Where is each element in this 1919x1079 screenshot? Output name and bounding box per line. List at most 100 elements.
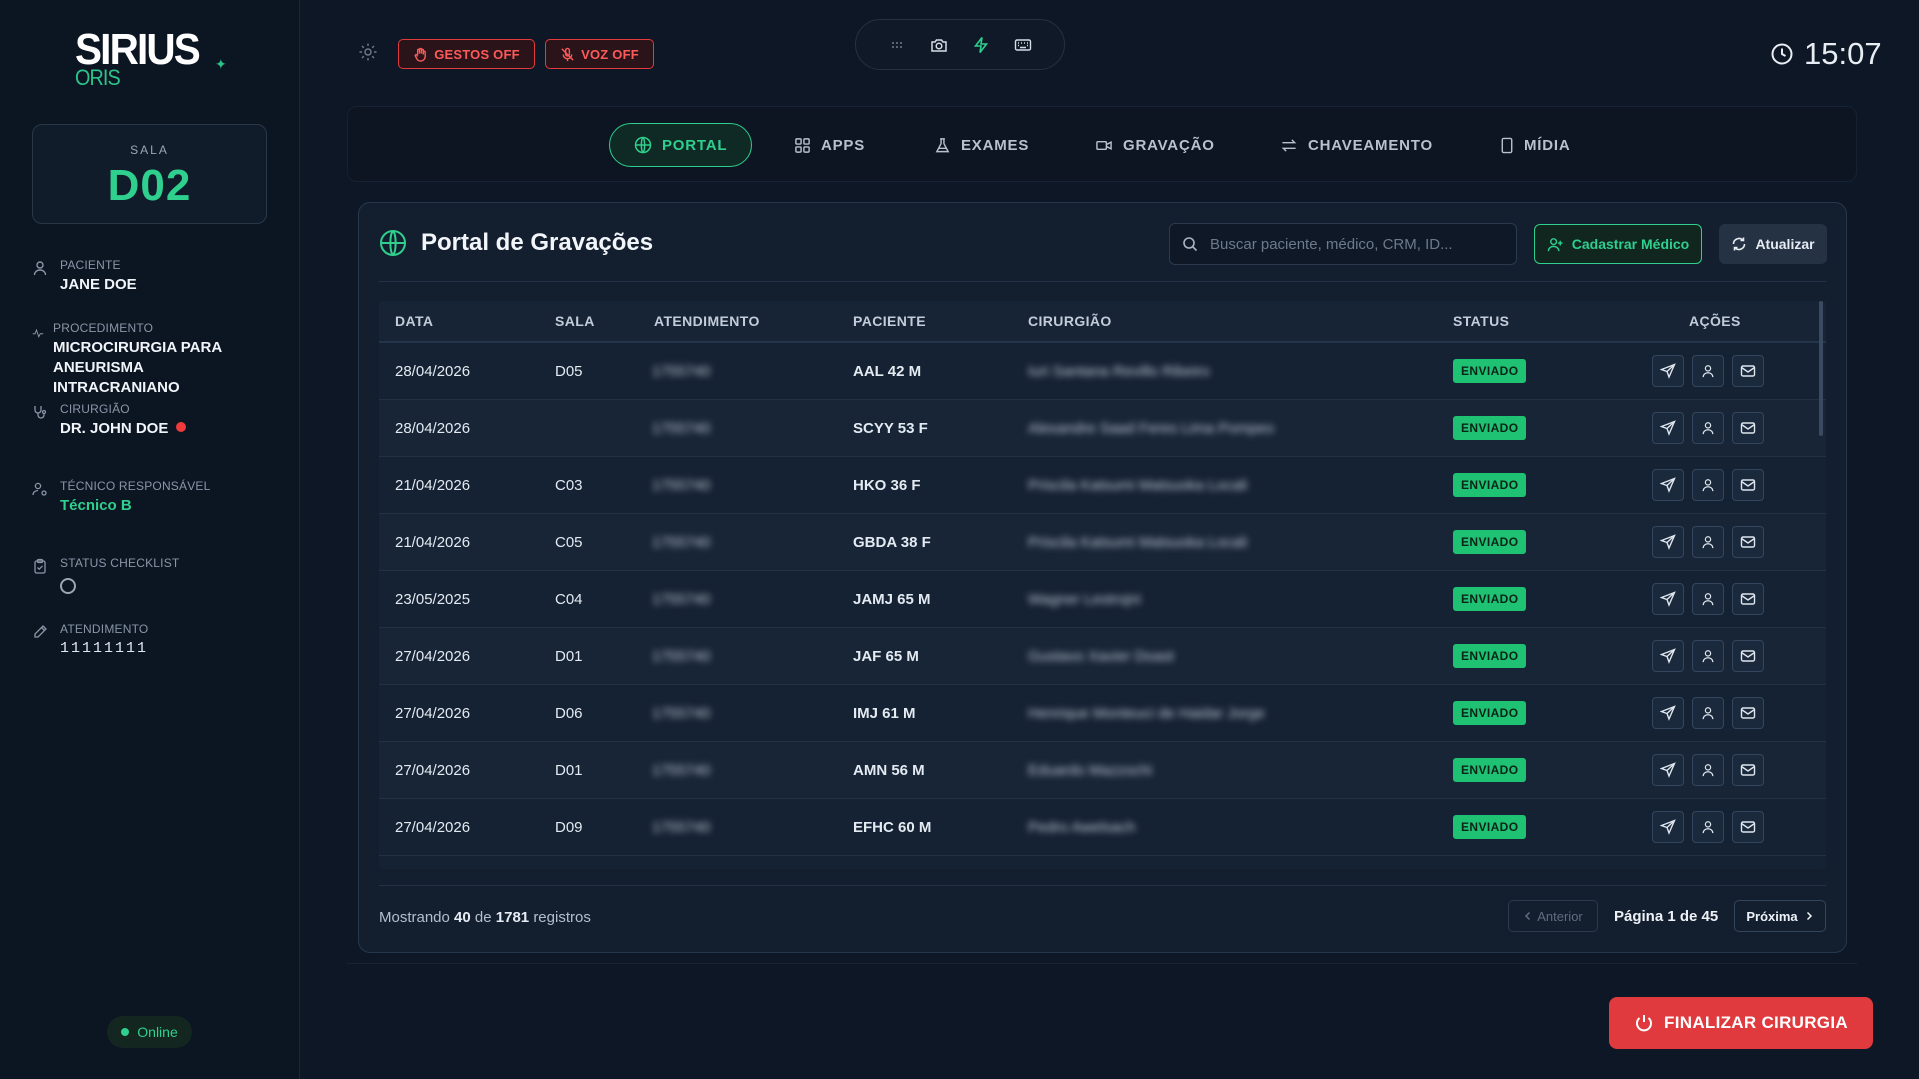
mail-icon[interactable] [1732, 355, 1764, 387]
swap-icon [1281, 138, 1297, 152]
page-info: Página 1 de 45 [1614, 908, 1719, 925]
user-icon[interactable] [1692, 640, 1724, 672]
status-badge: ENVIADO [1453, 416, 1527, 440]
header-cirurgiao: CIRURGIÃO [1028, 313, 1112, 329]
send-icon[interactable] [1652, 640, 1684, 672]
header-paciente: PACIENTE [853, 313, 926, 329]
cell-sala: D05 [555, 362, 583, 380]
mail-icon[interactable] [1732, 469, 1764, 501]
header-data: DATA [395, 313, 434, 329]
cell-cirurgiao: Priscila Katsumi Matsuoka Locali [1028, 476, 1248, 494]
online-dot [121, 1028, 130, 1036]
send-icon[interactable] [1652, 469, 1684, 501]
mic-off-icon [561, 47, 574, 61]
table-row[interactable]: 21/04/2026 C03 1755740 HKO 36 F Priscila… [379, 457, 1826, 514]
table-row[interactable]: 21/04/2026 C05 1755740 GBDA 38 F Priscil… [379, 514, 1826, 571]
of-word: de [474, 909, 492, 926]
table-row[interactable]: 28/04/2026 D05 1755740 AAL 42 M Iuri San… [379, 343, 1826, 400]
procedure-info: PROCEDIMENTO MICROCIRURGIA PARA ANEURISM… [32, 321, 272, 398]
tab-apps[interactable]: APPS [794, 123, 865, 167]
search-input[interactable] [1210, 235, 1500, 253]
user-icon[interactable] [1692, 697, 1724, 729]
cell-sala: C05 [555, 533, 583, 551]
mail-icon[interactable] [1732, 811, 1764, 843]
row-actions [1652, 583, 1764, 615]
table-row[interactable]: 27/04/2026 D06 1755740 IMJ 61 M Henrique… [379, 685, 1826, 742]
clock-icon [1771, 43, 1793, 65]
cell-data: 27/04/2026 [395, 647, 471, 665]
mail-icon[interactable] [1732, 640, 1764, 672]
grid-icon[interactable] [885, 33, 909, 57]
send-icon[interactable] [1652, 355, 1684, 387]
send-icon[interactable] [1652, 697, 1684, 729]
cell-data: 27/04/2026 [395, 818, 471, 836]
table-row[interactable]: 27/04/2026 D01 1755740 JAF 65 M Gustavo … [379, 628, 1826, 685]
cell-data: 21/04/2026 [395, 476, 471, 494]
mail-icon[interactable] [1732, 526, 1764, 558]
patient-value: JANE DOE [60, 276, 137, 293]
patient-label: PACIENTE [60, 258, 121, 272]
mail-icon[interactable] [1732, 583, 1764, 615]
cell-atendimento: 1755740 [652, 476, 711, 494]
previous-page-button[interactable]: Anterior [1508, 900, 1598, 932]
user-icon[interactable] [1692, 754, 1724, 786]
send-icon[interactable] [1652, 526, 1684, 558]
user-icon[interactable] [1692, 469, 1724, 501]
shown-count: 40 [454, 909, 471, 926]
user-icon[interactable] [1692, 526, 1724, 558]
globe-icon [634, 136, 652, 154]
next-page-button[interactable]: Próxima [1734, 900, 1826, 932]
gestures-toggle-button[interactable]: GESTOS OFF [398, 39, 535, 69]
search-box[interactable] [1169, 223, 1517, 265]
clock: 15:07 [1770, 36, 1882, 72]
apps-icon [795, 137, 810, 153]
gear-icon[interactable] [358, 42, 378, 62]
user-icon[interactable] [1692, 412, 1724, 444]
mail-icon[interactable] [1732, 754, 1764, 786]
tab-gravacao[interactable]: GRAVAÇÃO [1095, 123, 1215, 167]
status-badge: ENVIADO [1453, 473, 1527, 497]
keyboard-icon[interactable] [1011, 33, 1035, 57]
cell-sala: D01 [555, 761, 583, 779]
tab-midia[interactable]: MÍDIA [1500, 123, 1571, 167]
row-actions [1652, 754, 1764, 786]
user-icon[interactable] [1692, 583, 1724, 615]
voice-toggle-button[interactable]: VOZ OFF [545, 39, 654, 69]
status-badge: ENVIADO [1453, 815, 1527, 839]
table-row[interactable]: 27/04/2026 D01 1755740 AMN 56 M Eduardo … [379, 742, 1826, 799]
mail-icon[interactable] [1732, 412, 1764, 444]
table-row[interactable]: 28/04/2026 1755740 SCYY 53 F Alexandre S… [379, 400, 1826, 457]
table-body: 28/04/2026 D05 1755740 AAL 42 M Iuri San… [379, 343, 1826, 856]
refresh-label: Atualizar [1755, 236, 1815, 252]
checklist-status-icon [60, 578, 76, 594]
user-icon[interactable] [1692, 811, 1724, 843]
send-icon[interactable] [1652, 412, 1684, 444]
scrollbar[interactable] [1819, 301, 1823, 436]
attendance-value: 11111111 [60, 640, 149, 657]
tab-exames[interactable]: EXAMES [934, 123, 1029, 167]
tab-gravacao-label: GRAVAÇÃO [1123, 136, 1215, 154]
refresh-button[interactable]: Atualizar [1719, 224, 1827, 264]
send-icon[interactable] [1652, 754, 1684, 786]
user-icon[interactable] [1692, 355, 1724, 387]
previous-page-label: Anterior [1537, 908, 1583, 924]
tab-chaveamento[interactable]: CHAVEAMENTO [1280, 123, 1433, 167]
register-doctor-button[interactable]: Cadastrar Médico [1534, 224, 1702, 264]
tab-portal[interactable]: PORTAL [609, 123, 753, 167]
cell-data: 27/04/2026 [395, 704, 471, 722]
mail-icon[interactable] [1732, 697, 1764, 729]
finish-surgery-button[interactable]: FINALIZAR CIRURGIA [1609, 997, 1873, 1049]
camera-icon[interactable] [927, 33, 951, 57]
cell-atendimento: 1755740 [652, 362, 711, 380]
row-actions [1652, 355, 1764, 387]
lightning-icon[interactable] [969, 33, 993, 57]
table-row[interactable]: 23/05/2025 C04 1755740 JAMJ 65 M Wagner … [379, 571, 1826, 628]
send-icon[interactable] [1652, 583, 1684, 615]
room-value: D02 [107, 161, 192, 210]
table-header: DATA SALA ATENDIMENTO PACIENTE CIRURGIÃO… [379, 301, 1826, 343]
header-sala: SALA [555, 313, 595, 329]
cell-atendimento: 1755740 [652, 419, 711, 437]
table-row[interactable]: 27/04/2026 D09 1755740 EFHC 60 M Pedro A… [379, 799, 1826, 856]
status-badge: ENVIADO [1453, 758, 1527, 782]
send-icon[interactable] [1652, 811, 1684, 843]
